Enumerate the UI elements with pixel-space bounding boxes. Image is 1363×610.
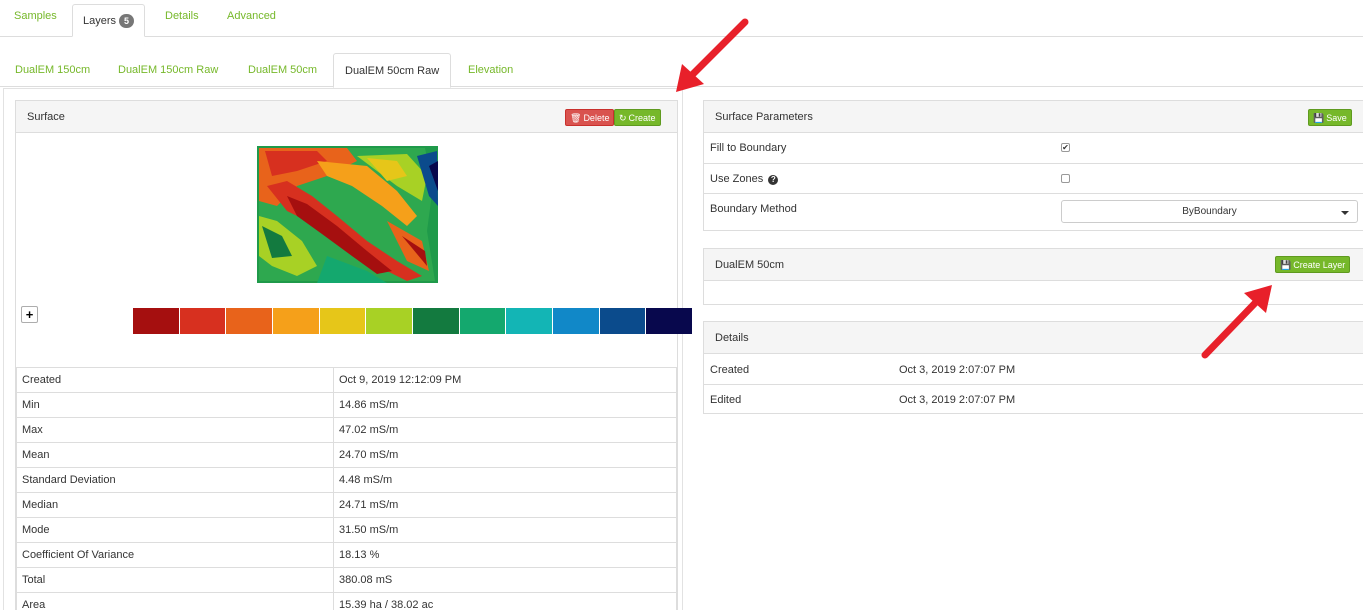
stats-row: Created Oct 9, 2019 12:12:09 PM (16, 367, 677, 393)
stats-label: Created (16, 367, 334, 393)
refresh-icon: ↻ (619, 113, 627, 123)
stats-value: 24.71 mS/m (333, 492, 677, 518)
legend-color-swatch (646, 308, 694, 334)
stats-row: Area 15.39 ha / 38.02 ac (16, 592, 677, 610)
layer-panel-title: DualEM 50cm (715, 259, 785, 271)
stats-label: Median (16, 492, 334, 518)
tab-samples[interactable]: Samples (4, 0, 67, 33)
layer-panel-header: DualEM 50cm 💾 Create Layer (704, 249, 1363, 281)
layers-count-badge: 5 (119, 14, 135, 28)
stats-label: Mean (16, 442, 334, 468)
legend-color-swatch (133, 308, 180, 334)
details-edited-label: Edited (710, 394, 742, 406)
create-layer-button[interactable]: 💾 Create Layer (1275, 256, 1351, 273)
boundary-method-label: Boundary Method (710, 203, 797, 215)
trash-icon: 🗑 (570, 113, 582, 123)
details-created-value: Oct 3, 2019 2:07:07 PM (899, 364, 1016, 376)
main-tabs: Samples Layers 5 Details Advanced (0, 0, 1363, 37)
fill-to-boundary-label: Fill to Boundary (710, 142, 787, 154)
legend-color-swatch (459, 308, 507, 334)
stats-label: Area (16, 592, 334, 610)
details-created-label: Created (710, 364, 750, 376)
stats-row: Mode 31.50 mS/m (16, 517, 677, 543)
layer-tabs: DualEM 150cm DualEM 150cm Raw DualEM 50c… (0, 53, 1363, 88)
tab-advanced[interactable]: Advanced (217, 0, 286, 33)
stats-value: 24.70 mS/m (333, 442, 677, 468)
legend-color-swatch (413, 308, 460, 334)
surface-title: Surface (27, 111, 65, 123)
stats-row: Max 47.02 mS/m (16, 417, 677, 443)
stats-label: Min (16, 392, 334, 418)
floppy-icon: 💾 (1313, 113, 1325, 123)
stats-value: 47.02 mS/m (333, 417, 677, 443)
use-zones-row: Use Zones ? (704, 163, 1363, 193)
surface-heatmap-image (257, 146, 438, 283)
create-button[interactable]: ↻ Create (614, 109, 661, 126)
legend-color-swatch (226, 308, 274, 334)
tab-dualem-150cm-raw[interactable]: DualEM 150cm Raw (107, 53, 229, 87)
stats-row: Standard Deviation 4.48 mS/m (16, 467, 677, 493)
stats-row: Mean 24.70 mS/m (16, 442, 677, 468)
details-created-row: Created Oct 3, 2019 2:07:07 PM (704, 354, 1363, 384)
tab-dualem-150cm[interactable]: DualEM 150cm (4, 53, 101, 87)
stats-row: Total 380.08 mS (16, 567, 677, 593)
floppy-icon: 💾 (1280, 260, 1292, 270)
fill-to-boundary-row: Fill to Boundary ✔ (704, 133, 1363, 163)
stats-value: Oct 9, 2019 12:12:09 PM (333, 367, 677, 393)
surface-panel-header: Surface 🗑 Delete ↻ Create (16, 101, 677, 133)
surface-panel: Surface 🗑 Delete ↻ Create + Created Oct 9, … (15, 100, 694, 610)
tab-dualem-50cm-raw[interactable]: DualEM 50cm Raw (333, 53, 452, 88)
stats-value: 31.50 mS/m (333, 517, 677, 543)
use-zones-checkbox[interactable] (1061, 174, 1070, 183)
boundary-method-row: Boundary Method ByBoundary (704, 193, 1363, 230)
stats-value: 4.48 mS/m (333, 467, 677, 493)
stats-label: Coefficient Of Variance (16, 542, 334, 568)
tab-layers[interactable]: Layers 5 (72, 4, 146, 37)
legend-color-swatch (179, 308, 227, 334)
stats-label: Mode (16, 517, 334, 543)
legend-color-swatch (319, 308, 367, 334)
stats-row: Coefficient Of Variance 18.13 % (16, 542, 677, 568)
details-edited-row: Edited Oct 3, 2019 2:07:07 PM (704, 384, 1363, 414)
add-legend-button[interactable]: + (21, 306, 38, 323)
tab-elevation[interactable]: Elevation (457, 53, 524, 87)
legend-color-swatch (506, 308, 554, 334)
legend-color-swatch (599, 308, 647, 334)
fill-to-boundary-checkbox[interactable]: ✔ (1061, 143, 1070, 152)
tab-dualem-50cm[interactable]: DualEM 50cm (237, 53, 328, 87)
stats-label: Standard Deviation (16, 467, 334, 493)
layer-panel: DualEM 50cm 💾 Create Layer (703, 248, 1363, 305)
save-button[interactable]: 💾 Save (1308, 109, 1352, 126)
legend-color-swatch (553, 308, 600, 334)
details-edited-value: Oct 3, 2019 2:07:07 PM (899, 394, 1016, 406)
stats-label: Total (16, 567, 334, 593)
details-panel-header: Details (704, 322, 1363, 354)
tab-details[interactable]: Details (155, 0, 209, 33)
use-zones-label: Use Zones (710, 173, 764, 185)
legend-color-swatch (273, 308, 320, 334)
stats-label: Max (16, 417, 334, 443)
stats-row: Min 14.86 mS/m (16, 392, 677, 418)
question-circle-icon[interactable]: ? (768, 175, 779, 185)
delete-button[interactable]: 🗑 Delete (565, 109, 615, 126)
caret-down-icon (1341, 211, 1349, 215)
surface-parameters-panel: Surface Parameters 💾 Save Fill to Boundar… (703, 100, 1363, 231)
stats-row: Median 24.71 mS/m (16, 492, 677, 518)
legend-colorbar (133, 308, 694, 334)
details-panel: Details Created Oct 3, 2019 2:07:07 PM E… (703, 321, 1363, 414)
legend-color-swatch (366, 308, 414, 334)
surface-parameters-title: Surface Parameters (715, 111, 813, 123)
surface-parameters-header: Surface Parameters 💾 Save (704, 101, 1363, 133)
stats-value: 14.86 mS/m (333, 392, 677, 418)
surface-stats-table: Created Oct 9, 2019 12:12:09 PM Min 14.86 m… (16, 367, 677, 610)
stats-value: 18.13 % (333, 542, 677, 568)
stats-value: 15.39 ha / 38.02 ac (333, 592, 677, 610)
stats-value: 380.08 mS (333, 567, 677, 593)
boundary-method-select[interactable]: ByBoundary (1061, 200, 1358, 223)
details-panel-title: Details (715, 332, 749, 344)
